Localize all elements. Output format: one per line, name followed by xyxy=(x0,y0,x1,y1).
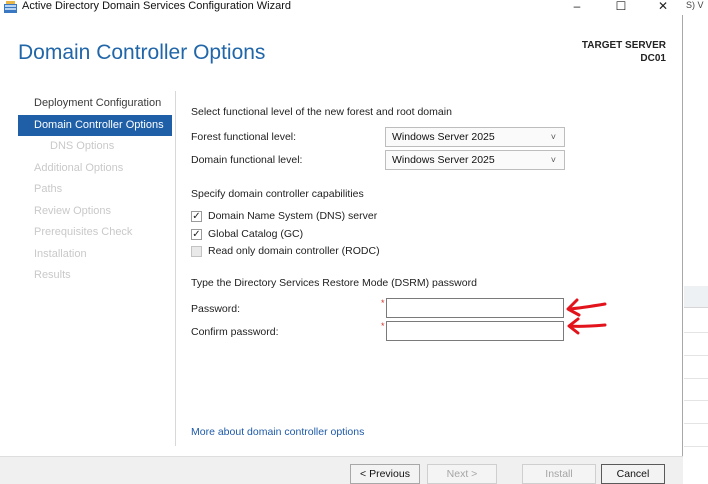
background-table-row xyxy=(684,378,708,379)
title-bar[interactable]: Active Directory Domain Services Configu… xyxy=(0,0,683,15)
wizard-window: Active Directory Domain Services Configu… xyxy=(0,0,683,484)
rodc-label: Read only domain controller (RODC) xyxy=(208,245,380,257)
chevron-down-icon: ˅ xyxy=(550,155,556,165)
forest-level-select[interactable]: Windows Server 2025 ˅ xyxy=(385,127,565,147)
required-marker: * xyxy=(381,298,385,308)
red-hand-drawn-arrow-icon xyxy=(567,317,607,335)
background-window xyxy=(684,0,708,484)
window-title: Active Directory Domain Services Configu… xyxy=(22,0,291,12)
domain-level-value: Windows Server 2025 xyxy=(392,154,495,166)
nav-divider xyxy=(175,91,176,446)
background-table-row xyxy=(684,446,708,447)
nav-item-review-options: Review Options xyxy=(34,204,112,217)
wizard-nav: Deployment Configuration Domain Controll… xyxy=(18,93,172,287)
previous-button[interactable]: < Previous xyxy=(350,464,420,484)
nav-item-additional-options: Additional Options xyxy=(34,161,124,174)
chevron-down-icon: ˅ xyxy=(550,132,556,142)
server-wizard-icon xyxy=(4,1,17,13)
required-marker: * xyxy=(381,321,385,331)
background-table-row xyxy=(684,355,708,356)
background-table-row xyxy=(684,423,708,424)
functional-level-heading: Select functional level of the new fores… xyxy=(191,106,452,118)
nav-item-paths: Paths xyxy=(34,183,63,195)
target-server-name: DC01 xyxy=(640,53,666,64)
nav-item-results: Results xyxy=(34,269,71,281)
nav-item-deployment-configuration[interactable]: Deployment Configuration xyxy=(18,93,172,115)
background-window-text: S) V xyxy=(686,0,704,10)
minimize-button[interactable]: – xyxy=(559,0,595,15)
dsrm-heading: Type the Directory Services Restore Mode… xyxy=(191,277,477,289)
red-hand-drawn-arrow-icon xyxy=(566,298,607,317)
nav-item-prerequisites-check: Prerequisites Check xyxy=(34,226,133,238)
page-title: Domain Controller Options xyxy=(18,41,266,64)
confirm-password-label: Confirm password: xyxy=(191,326,279,338)
install-button[interactable]: Install xyxy=(522,464,596,484)
domain-level-select[interactable]: Windows Server 2025 ˅ xyxy=(385,150,565,170)
next-button[interactable]: Next > xyxy=(427,464,497,484)
target-server-label: TARGET SERVER xyxy=(581,40,666,51)
nav-item-installation: Installation xyxy=(34,247,87,260)
nav-item-dns-options: DNS Options xyxy=(50,140,115,152)
capabilities-heading: Specify domain controller capabilities xyxy=(191,188,364,200)
domain-level-label: Domain functional level: xyxy=(191,154,303,166)
background-table-header xyxy=(684,286,708,308)
cancel-button[interactable]: Cancel xyxy=(601,464,665,484)
background-table-row xyxy=(684,400,708,401)
checkmark-icon: ✓ xyxy=(191,211,202,222)
forest-level-label: Forest functional level: xyxy=(191,131,297,143)
close-button[interactable]: ✕ xyxy=(645,0,681,15)
password-input[interactable] xyxy=(386,298,564,318)
more-about-options-link[interactable]: More about domain controller options xyxy=(191,426,364,438)
password-label: Password: xyxy=(191,303,241,315)
checkbox-empty-icon xyxy=(191,246,202,257)
background-table-row xyxy=(684,332,708,333)
dns-server-label: Domain Name System (DNS) server xyxy=(208,210,378,222)
forest-level-value: Windows Server 2025 xyxy=(392,131,495,143)
global-catalog-label: Global Catalog (GC) xyxy=(208,228,304,240)
confirm-password-input[interactable] xyxy=(386,321,564,341)
nav-item-domain-controller-options[interactable]: Domain Controller Options xyxy=(18,114,172,136)
checkmark-icon: ✓ xyxy=(191,229,202,240)
maximize-button[interactable]: ☐ xyxy=(603,0,639,15)
